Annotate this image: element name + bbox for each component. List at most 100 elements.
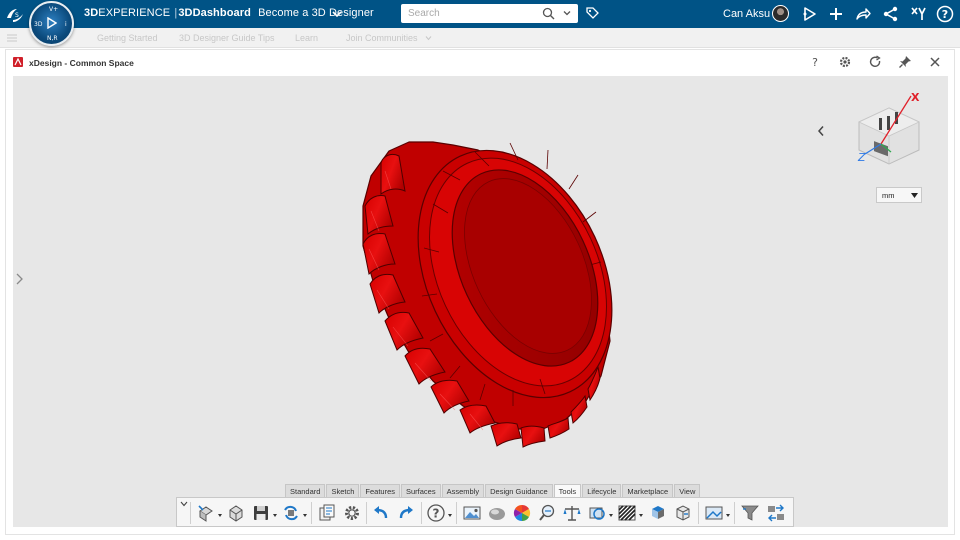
- action-bar-tabs: Standard Sketch Features Surfaces Assemb…: [285, 484, 701, 497]
- dropdown-arrow-icon[interactable]: [448, 514, 452, 517]
- image-capture-icon[interactable]: [462, 503, 482, 523]
- top-bar: S V+ 3D i N,R 3DEXPERIENCE |3DDashboard …: [0, 0, 960, 46]
- section-icon[interactable]: [587, 503, 607, 523]
- separator: [421, 502, 422, 524]
- transfer-icon[interactable]: [766, 503, 786, 523]
- compass-button[interactable]: V+ 3D i N,R: [29, 1, 74, 46]
- forward-icon[interactable]: [854, 5, 872, 23]
- dashboard-tab-bar: Getting Started 3D Designer Guide Tips L…: [0, 28, 960, 48]
- tab-assembly[interactable]: Assembly: [441, 484, 485, 497]
- navigation-cube[interactable]: X Z: [849, 88, 929, 170]
- capture-icon[interactable]: [704, 503, 724, 523]
- chevron-left-icon[interactable]: [816, 125, 826, 137]
- tab-learn[interactable]: Learn: [295, 33, 318, 43]
- open-part-icon[interactable]: [226, 503, 246, 523]
- xdesign-app-icon: [13, 57, 23, 67]
- brand-title[interactable]: 3DEXPERIENCE |3DDashboard Become a 3D De…: [84, 7, 374, 19]
- filter-icon[interactable]: [740, 503, 760, 523]
- tab-design-guidance[interactable]: Design Guidance: [485, 484, 553, 497]
- tab-designer-guide-tips[interactable]: 3D Designer Guide Tips: [179, 33, 275, 43]
- tag-icon[interactable]: [585, 6, 600, 21]
- zebra-icon[interactable]: [617, 503, 637, 523]
- separator: [190, 502, 191, 524]
- redo-icon[interactable]: [396, 503, 416, 523]
- chevron-right-icon[interactable]: [14, 272, 24, 286]
- menu-icon[interactable]: [7, 34, 17, 42]
- material-icon[interactable]: [487, 503, 507, 523]
- insert-part-icon[interactable]: [196, 503, 216, 523]
- refresh-sync-icon[interactable]: [281, 503, 301, 523]
- action-bar: ?: [176, 497, 794, 527]
- settings-gear-icon[interactable]: [342, 503, 362, 523]
- dropdown-arrow-icon[interactable]: [726, 514, 730, 517]
- svg-text:?: ?: [433, 507, 440, 521]
- undo-icon[interactable]: [371, 503, 391, 523]
- axis-x-label: X: [911, 91, 920, 104]
- chevron-down-icon[interactable]: [332, 9, 342, 19]
- tab-getting-started[interactable]: Getting Started: [97, 33, 158, 43]
- tab-view[interactable]: View: [674, 484, 701, 497]
- svg-text:?: ?: [942, 8, 948, 21]
- expand-chevron-icon[interactable]: [180, 501, 188, 507]
- user-name[interactable]: Can Aksu: [723, 8, 770, 20]
- dropdown-arrow-icon[interactable]: [639, 514, 643, 517]
- help-icon[interactable]: ?: [936, 5, 954, 23]
- appearance-color-icon[interactable]: [512, 503, 532, 523]
- axis-z-label: Z: [857, 151, 866, 164]
- tab-tools[interactable]: Tools: [553, 484, 582, 497]
- tab-surfaces[interactable]: Surfaces: [401, 484, 441, 497]
- play-icon: [47, 17, 57, 29]
- tab-join-communities[interactable]: Join Communities: [346, 33, 418, 43]
- widget-header: xDesign - Common Space ?: [6, 50, 954, 74]
- search-options-chevron-icon[interactable]: [562, 8, 572, 18]
- separator: [698, 502, 699, 524]
- dropdown-arrow-icon[interactable]: [218, 514, 222, 517]
- svg-text:S: S: [15, 12, 19, 19]
- search-icon[interactable]: [542, 7, 555, 20]
- measure-balance-icon[interactable]: [562, 503, 582, 523]
- 3d-viewport[interactable]: X Z mm Standard Sketch Features Surfaces…: [13, 76, 948, 527]
- structure-icon[interactable]: [648, 503, 668, 523]
- units-select[interactable]: mm: [876, 187, 922, 203]
- tools-icon[interactable]: [909, 5, 927, 23]
- app-name: 3DDashboard: [178, 7, 251, 19]
- compass-bottom-label: N,R: [47, 35, 58, 42]
- tab-sketch[interactable]: Sketch: [326, 484, 360, 497]
- dropdown-arrow-icon[interactable]: [273, 514, 277, 517]
- search-field[interactable]: Search: [401, 4, 578, 23]
- dropdown-arrow-icon[interactable]: [609, 514, 613, 517]
- widget-title: xDesign - Common Space: [29, 58, 134, 68]
- tab-marketplace[interactable]: Marketplace: [622, 484, 674, 497]
- analysis-icon[interactable]: [537, 503, 557, 523]
- plus-icon[interactable]: [827, 5, 845, 23]
- tab-lifecycle[interactable]: Lifecycle: [582, 484, 622, 497]
- bottle-cap-model[interactable]: [13, 76, 948, 527]
- context-name: Become a 3D Designer: [258, 7, 374, 19]
- compass-left-label: 3D: [34, 21, 43, 28]
- tab-standard[interactable]: Standard: [285, 484, 326, 497]
- avatar[interactable]: [772, 5, 789, 22]
- separator: [456, 502, 457, 524]
- separator: [734, 502, 735, 524]
- search-input[interactable]: Search: [408, 8, 440, 19]
- share-play-icon[interactable]: [801, 5, 819, 23]
- gear-icon[interactable]: [838, 55, 852, 69]
- separator: [366, 502, 367, 524]
- help-icon[interactable]: ?: [808, 55, 822, 69]
- separator: [311, 502, 312, 524]
- help-icon[interactable]: ?: [426, 503, 446, 523]
- close-icon[interactable]: [928, 55, 942, 69]
- network-share-icon[interactable]: [882, 5, 900, 23]
- chevron-down-icon[interactable]: [425, 35, 432, 41]
- mass-icon[interactable]: [673, 503, 693, 523]
- brand-3d: 3D: [84, 7, 99, 19]
- svg-text:?: ?: [812, 56, 818, 69]
- pin-icon[interactable]: [898, 55, 912, 69]
- save-icon[interactable]: [251, 503, 271, 523]
- units-value: mm: [882, 191, 895, 200]
- refresh-icon[interactable]: [868, 55, 882, 69]
- dropdown-arrow-icon[interactable]: [303, 514, 307, 517]
- ds-logo-icon[interactable]: S: [4, 3, 26, 25]
- tab-features[interactable]: Features: [360, 484, 400, 497]
- properties-icon[interactable]: [317, 503, 337, 523]
